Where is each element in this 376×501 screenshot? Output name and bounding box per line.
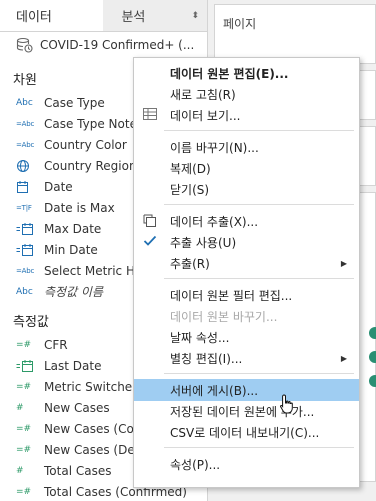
calculated-boolean-icon: =T|F: [16, 203, 32, 212]
dimension-field-label: Max Date: [44, 221, 102, 236]
number-icon: #: [16, 402, 24, 413]
menu-item[interactable]: 별칭 편집(I)... ▶: [134, 347, 359, 369]
measure-field-label: Total Cases: [44, 463, 112, 478]
menu-separator: [164, 278, 354, 279]
globe-icon: [16, 159, 38, 173]
menu-item-label: 데이터 원본 필터 편집...: [170, 288, 293, 303]
measure-field-label: New Cases: [44, 400, 110, 415]
menu-item-label: 데이터 추출(X)...: [170, 214, 259, 229]
menu-item-label: 추출 사용(U): [170, 235, 237, 250]
menu-separator: [164, 130, 354, 131]
menu-item[interactable]: 이름 바꾸기(N)...: [134, 136, 359, 158]
dimension-field-label: Min Date: [44, 242, 98, 257]
submenu-arrow-icon: ▶: [340, 353, 347, 363]
calculated-number-icon: =#: [16, 339, 32, 350]
menu-item-label: 닫기(S): [170, 182, 210, 197]
pages-shelf[interactable]: 페이지: [214, 4, 376, 64]
dimension-field-label: Select Metric He: [44, 263, 143, 278]
legend-dot-2: [369, 351, 376, 363]
menu-item-label: 데이터 원본 바꾸기...: [170, 309, 278, 324]
calculated-number-icon: =#: [16, 381, 32, 392]
menu-item: 데이터 원본 바꾸기...: [134, 305, 359, 327]
menu-item[interactable]: 추출(R) ▶: [134, 252, 359, 274]
mouse-cursor-icon: [280, 394, 293, 414]
menu-separator: [164, 204, 354, 205]
menu-item[interactable]: CSV로 데이터 내보내기(C)...: [134, 421, 359, 443]
datasource-icon: [16, 37, 33, 53]
menu-item[interactable]: 속성(P)...: [134, 453, 359, 475]
calculated-string-icon: =Abc: [16, 266, 35, 275]
string-icon: Abc: [16, 286, 33, 297]
dimension-field-label: Country Region: [44, 158, 137, 173]
calculated-string-icon: =Abc: [16, 119, 35, 128]
string-icon: Abc: [16, 97, 33, 108]
calendar-icon: [16, 180, 38, 194]
menu-item[interactable]: 데이터 원본 편집(E)...: [134, 62, 359, 84]
menu-item[interactable]: 새로 고침(R): [134, 83, 359, 105]
menu-separator: [164, 373, 354, 374]
calculated-date-icon: [16, 222, 38, 236]
calculated-date-icon: [16, 359, 38, 373]
legend-dot-3: [369, 375, 376, 387]
menu-item-label: 날짜 속성...: [170, 330, 230, 345]
menu-item-label: 서버에 게시(B)...: [170, 383, 259, 398]
menu-item-label: 추출(R): [170, 256, 210, 271]
calculated-number-icon: =#: [16, 423, 32, 434]
dimension-field-label: 측정값 이름: [44, 285, 104, 299]
number-icon: #: [16, 465, 24, 476]
measure-field-label: Last Date: [44, 358, 102, 373]
menu-item-label: CSV로 데이터 내보내기(C)...: [170, 425, 320, 440]
menu-item[interactable]: 서버에 게시(B)...: [134, 379, 359, 401]
tab-analysis-label: 분석: [121, 10, 146, 25]
menu-item-label: 속성(P)...: [170, 457, 221, 472]
menu-item[interactable]: 닫기(S): [134, 178, 359, 200]
dimension-field-label: Case Type Note: [44, 116, 137, 131]
dimension-field-label: Date is Max: [44, 200, 115, 215]
calculated-date-icon: [16, 243, 38, 257]
menu-item-label: 데이터 보기...: [170, 108, 241, 123]
calculated-number-icon: =#: [16, 444, 32, 455]
datasource-item[interactable]: COVID-19 Confirmed+ (...: [0, 32, 207, 58]
measure-field-label: CFR: [44, 337, 68, 352]
pane-tabs: 데이터 분석 ⬍: [0, 0, 207, 32]
submenu-arrow-icon: ▶: [340, 258, 347, 268]
menu-separator: [164, 447, 354, 448]
menu-item[interactable]: 데이터 추출(X)...: [134, 210, 359, 232]
tab-caret-icon: ⬍: [191, 10, 199, 21]
menu-item[interactable]: 날짜 속성...: [134, 326, 359, 348]
measure-field-label: Metric Switcher: [44, 379, 138, 394]
menu-item[interactable]: 데이터 원본 필터 편집...: [134, 284, 359, 306]
menu-item-label: 별칭 편집(I)...: [170, 351, 243, 366]
calculated-string-icon: =Abc: [16, 140, 35, 149]
menu-item-label: 이름 바꾸기(N)...: [170, 140, 259, 155]
tab-data[interactable]: 데이터: [0, 0, 103, 31]
menu-item[interactable]: 추출 사용(U): [134, 231, 359, 253]
dimension-field-label: Date: [44, 179, 73, 194]
menu-item[interactable]: 데이터 보기...: [134, 104, 359, 126]
menu-item-label: 새로 고침(R): [170, 87, 236, 102]
datasource-name: COVID-19 Confirmed+ (...: [40, 38, 195, 52]
context-menu: 데이터 원본 편집(E)... 새로 고침(R) 데이터 보기... 이름 바꾸기(N…: [133, 57, 360, 488]
menu-item-label: 복제(D): [170, 161, 211, 176]
measure-field-label: New Cases (Con: [44, 421, 142, 436]
table-icon: [143, 108, 157, 123]
menu-item[interactable]: 저장된 데이터 원본에 추가...: [134, 400, 359, 422]
menu-item-label: 데이터 원본 편집(E)...: [170, 66, 289, 81]
legend-dot-1: [369, 327, 376, 339]
dimension-field-label: Case Type: [44, 95, 105, 110]
measure-field-label: New Cases (Dea: [44, 442, 143, 457]
pages-title: 페이지: [223, 17, 257, 31]
calculated-number-icon: =#: [16, 486, 32, 497]
tab-analysis[interactable]: 분석 ⬍: [103, 0, 207, 31]
dimension-field-label: Country Color: [44, 137, 127, 152]
menu-item[interactable]: 복제(D): [134, 157, 359, 179]
extract-icon: [143, 214, 157, 231]
check-icon: [143, 235, 157, 250]
